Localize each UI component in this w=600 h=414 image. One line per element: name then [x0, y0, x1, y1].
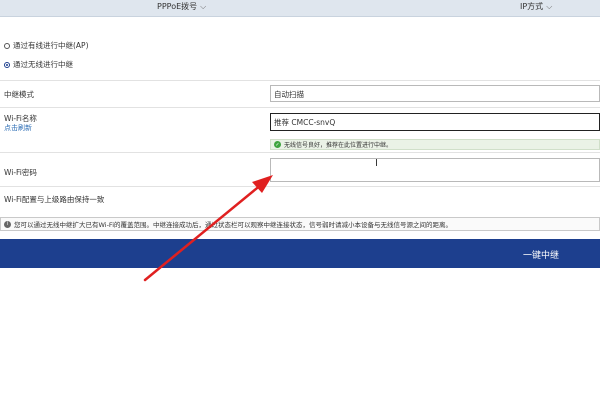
red-arrow-icon: [143, 175, 273, 282]
